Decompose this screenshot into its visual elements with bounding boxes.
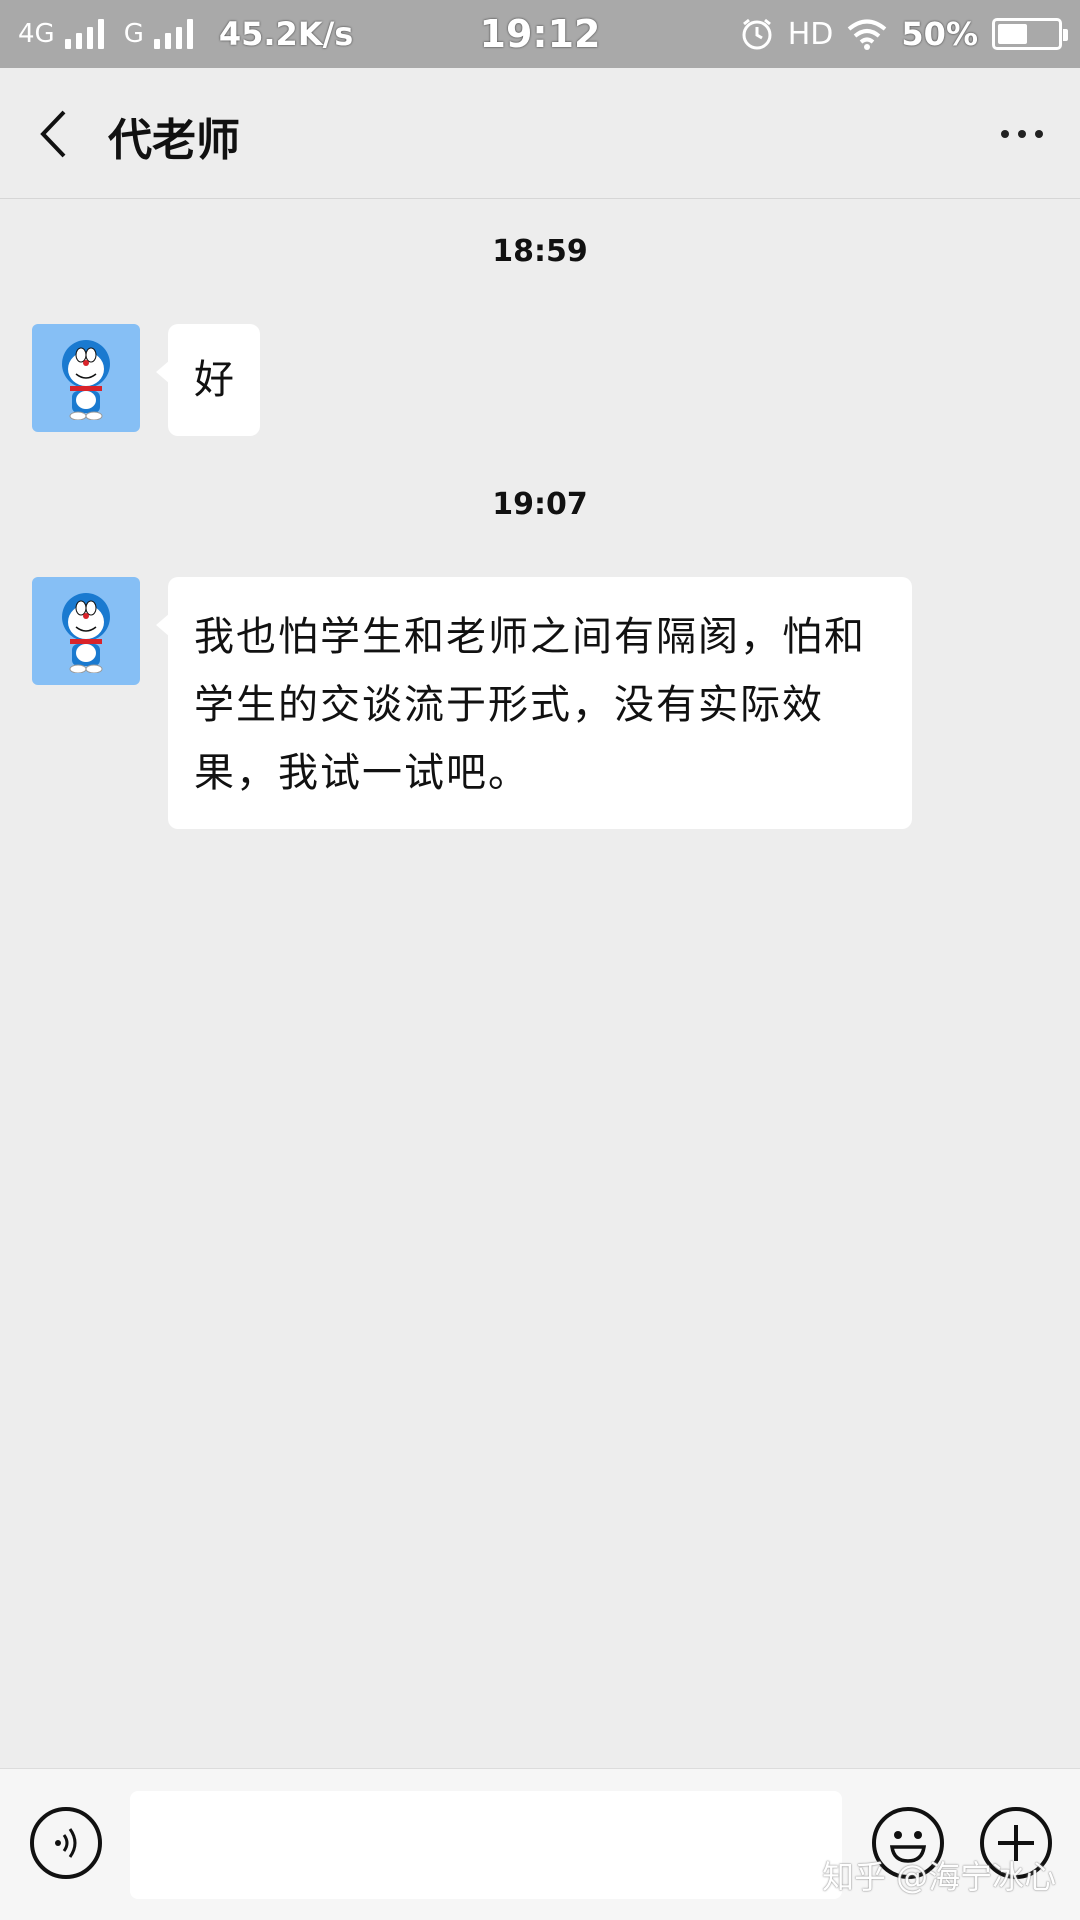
doraemon-avatar-icon	[62, 340, 110, 420]
status-right: HD 50%	[740, 15, 1068, 53]
message-input[interactable]	[130, 1791, 842, 1899]
hd-indicator: HD	[787, 16, 834, 52]
chat-title: 代老师	[108, 115, 240, 166]
more-dots-icon	[1001, 130, 1009, 138]
doraemon-avatar-icon	[62, 593, 110, 673]
watermark: 知乎 @海宁冰心	[822, 1858, 1057, 1896]
back-button[interactable]	[28, 106, 78, 162]
battery-fill	[998, 24, 1027, 44]
message-bubble[interactable]: 好	[156, 324, 260, 436]
avatar[interactable]	[32, 324, 140, 432]
avatar[interactable]	[32, 577, 140, 685]
message-bubble[interactable]: 我也怕学生和老师之间有隔阂，怕和学生的交谈流于形式，没有实际效果，我试一试吧。	[156, 577, 912, 829]
message-timestamp: 19:07	[492, 487, 588, 522]
voice-icon	[55, 1828, 77, 1858]
more-button[interactable]	[992, 114, 1052, 154]
network-type-1: 4G	[18, 19, 55, 49]
signal-icon	[153, 19, 193, 49]
signal-icon	[64, 19, 104, 49]
battery-percent: 50%	[901, 15, 978, 53]
chat-header: 代老师	[0, 68, 1080, 199]
battery-icon	[992, 18, 1068, 50]
network-speed: 45.2K/s	[218, 15, 354, 53]
status-bar: 4G G 45.2K/s 19:12 HD 50%	[0, 0, 1080, 68]
message-timestamp: 18:59	[492, 234, 588, 269]
voice-button[interactable]	[30, 1807, 102, 1879]
wifi-icon	[848, 19, 887, 50]
network-type-2: G	[123, 19, 144, 49]
status-left: 4G G 45.2K/s	[18, 15, 353, 53]
chevron-left-icon	[40, 110, 66, 158]
alarm-icon	[742, 18, 772, 50]
